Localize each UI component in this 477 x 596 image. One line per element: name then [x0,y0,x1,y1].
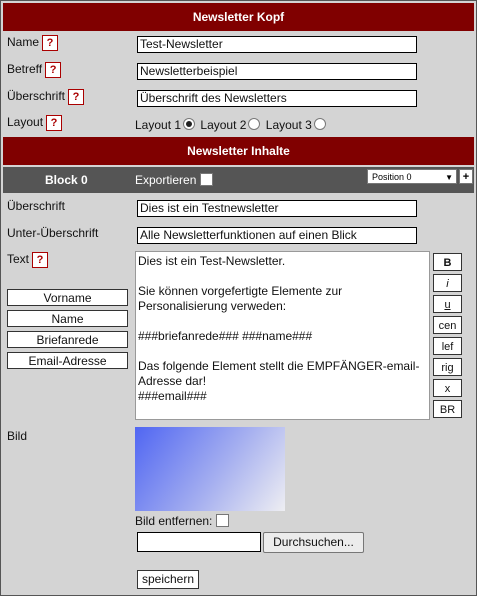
ueberschrift-input[interactable]: Überschrift des Newsletters [137,90,417,107]
section-header-inhalte: Newsletter Inhalte [3,137,474,165]
add-block-button[interactable]: + [459,169,473,184]
layout-3-label: Layout 3 [265,118,312,132]
help-icon[interactable]: ? [46,115,63,131]
newsletter-editor: Newsletter Kopf Name? Test-Newsletter Be… [0,0,477,596]
layout-label-row: Layout? [7,115,63,131]
block-title: Block 0 [45,173,88,187]
layout-1-radio[interactable] [183,118,196,130]
browse-button[interactable]: Durchsuchen... [263,532,364,553]
position-select-value: Position 0 [372,172,412,182]
help-icon[interactable]: ? [45,62,62,78]
remove-image-row: Bild entfernen: [135,514,230,528]
center-button[interactable]: cen [433,316,462,334]
block-header: Block 0 Exportieren Position 0 ▼ + [3,167,474,193]
betreff-input[interactable]: Newsletterbeispiel [137,63,417,80]
image-preview [135,427,285,511]
clear-format-button[interactable]: x [433,379,462,397]
layout-1-label: Layout 1 [135,118,182,132]
help-icon[interactable]: ? [68,89,85,105]
block-unterueberschrift-input[interactable]: Alle Newsletterfunktionen auf einen Blic… [137,227,417,244]
remove-image-checkbox[interactable] [216,514,230,527]
export-row: Exportieren [135,173,214,187]
name-label: Name [7,35,40,50]
text-editor[interactable]: Dies ist ein Test-Newsletter. Sie können… [135,251,430,420]
ueberschrift-label: Überschrift [7,89,66,104]
text-label-row: Text? [7,252,49,268]
section-header-kopf: Newsletter Kopf [3,3,474,31]
block-unterueberschrift-label: Unter-Überschrift [7,226,99,240]
ueberschrift-label-row: Überschrift? [7,89,85,105]
chevron-down-icon: ▼ [445,173,453,182]
betreff-label-row: Betreff? [7,62,62,78]
help-icon[interactable]: ? [32,252,49,268]
save-button[interactable]: speichern [137,570,199,589]
text-label: Text [7,252,30,267]
insert-briefanrede-button[interactable]: Briefanrede [7,331,128,348]
layout-2-label: Layout 2 [200,118,247,132]
underline-button[interactable]: u [433,295,462,313]
insert-vorname-button[interactable]: Vorname [7,289,128,306]
layout-radio-group: Layout 1 Layout 2 Layout 3 [135,118,328,132]
bold-button[interactable]: B [433,253,462,271]
insert-name-button[interactable]: Name [7,310,128,327]
remove-image-label: Bild entfernen: [135,514,213,528]
export-label: Exportieren [135,173,197,187]
layout-3-radio[interactable] [313,118,326,130]
name-input[interactable]: Test-Newsletter [137,36,417,53]
betreff-label: Betreff [7,62,43,77]
left-align-button[interactable]: lef [433,337,462,355]
right-align-button[interactable]: rig [433,358,462,376]
position-select[interactable]: Position 0 ▼ [367,169,457,184]
layout-2-radio[interactable] [248,118,261,130]
block-ueberschrift-input[interactable]: Dies ist ein Testnewsletter [137,200,417,217]
block-ueberschrift-label: Überschrift [7,199,66,213]
italic-button[interactable]: i [433,274,462,292]
layout-label: Layout [7,115,44,130]
insert-email-button[interactable]: Email-Adresse [7,352,128,369]
export-checkbox[interactable] [200,173,214,186]
help-icon[interactable]: ? [42,35,59,51]
line-break-button[interactable]: BR [433,400,462,418]
file-path-input[interactable] [137,532,261,552]
bild-label: Bild [7,429,28,443]
name-label-row: Name? [7,35,59,51]
